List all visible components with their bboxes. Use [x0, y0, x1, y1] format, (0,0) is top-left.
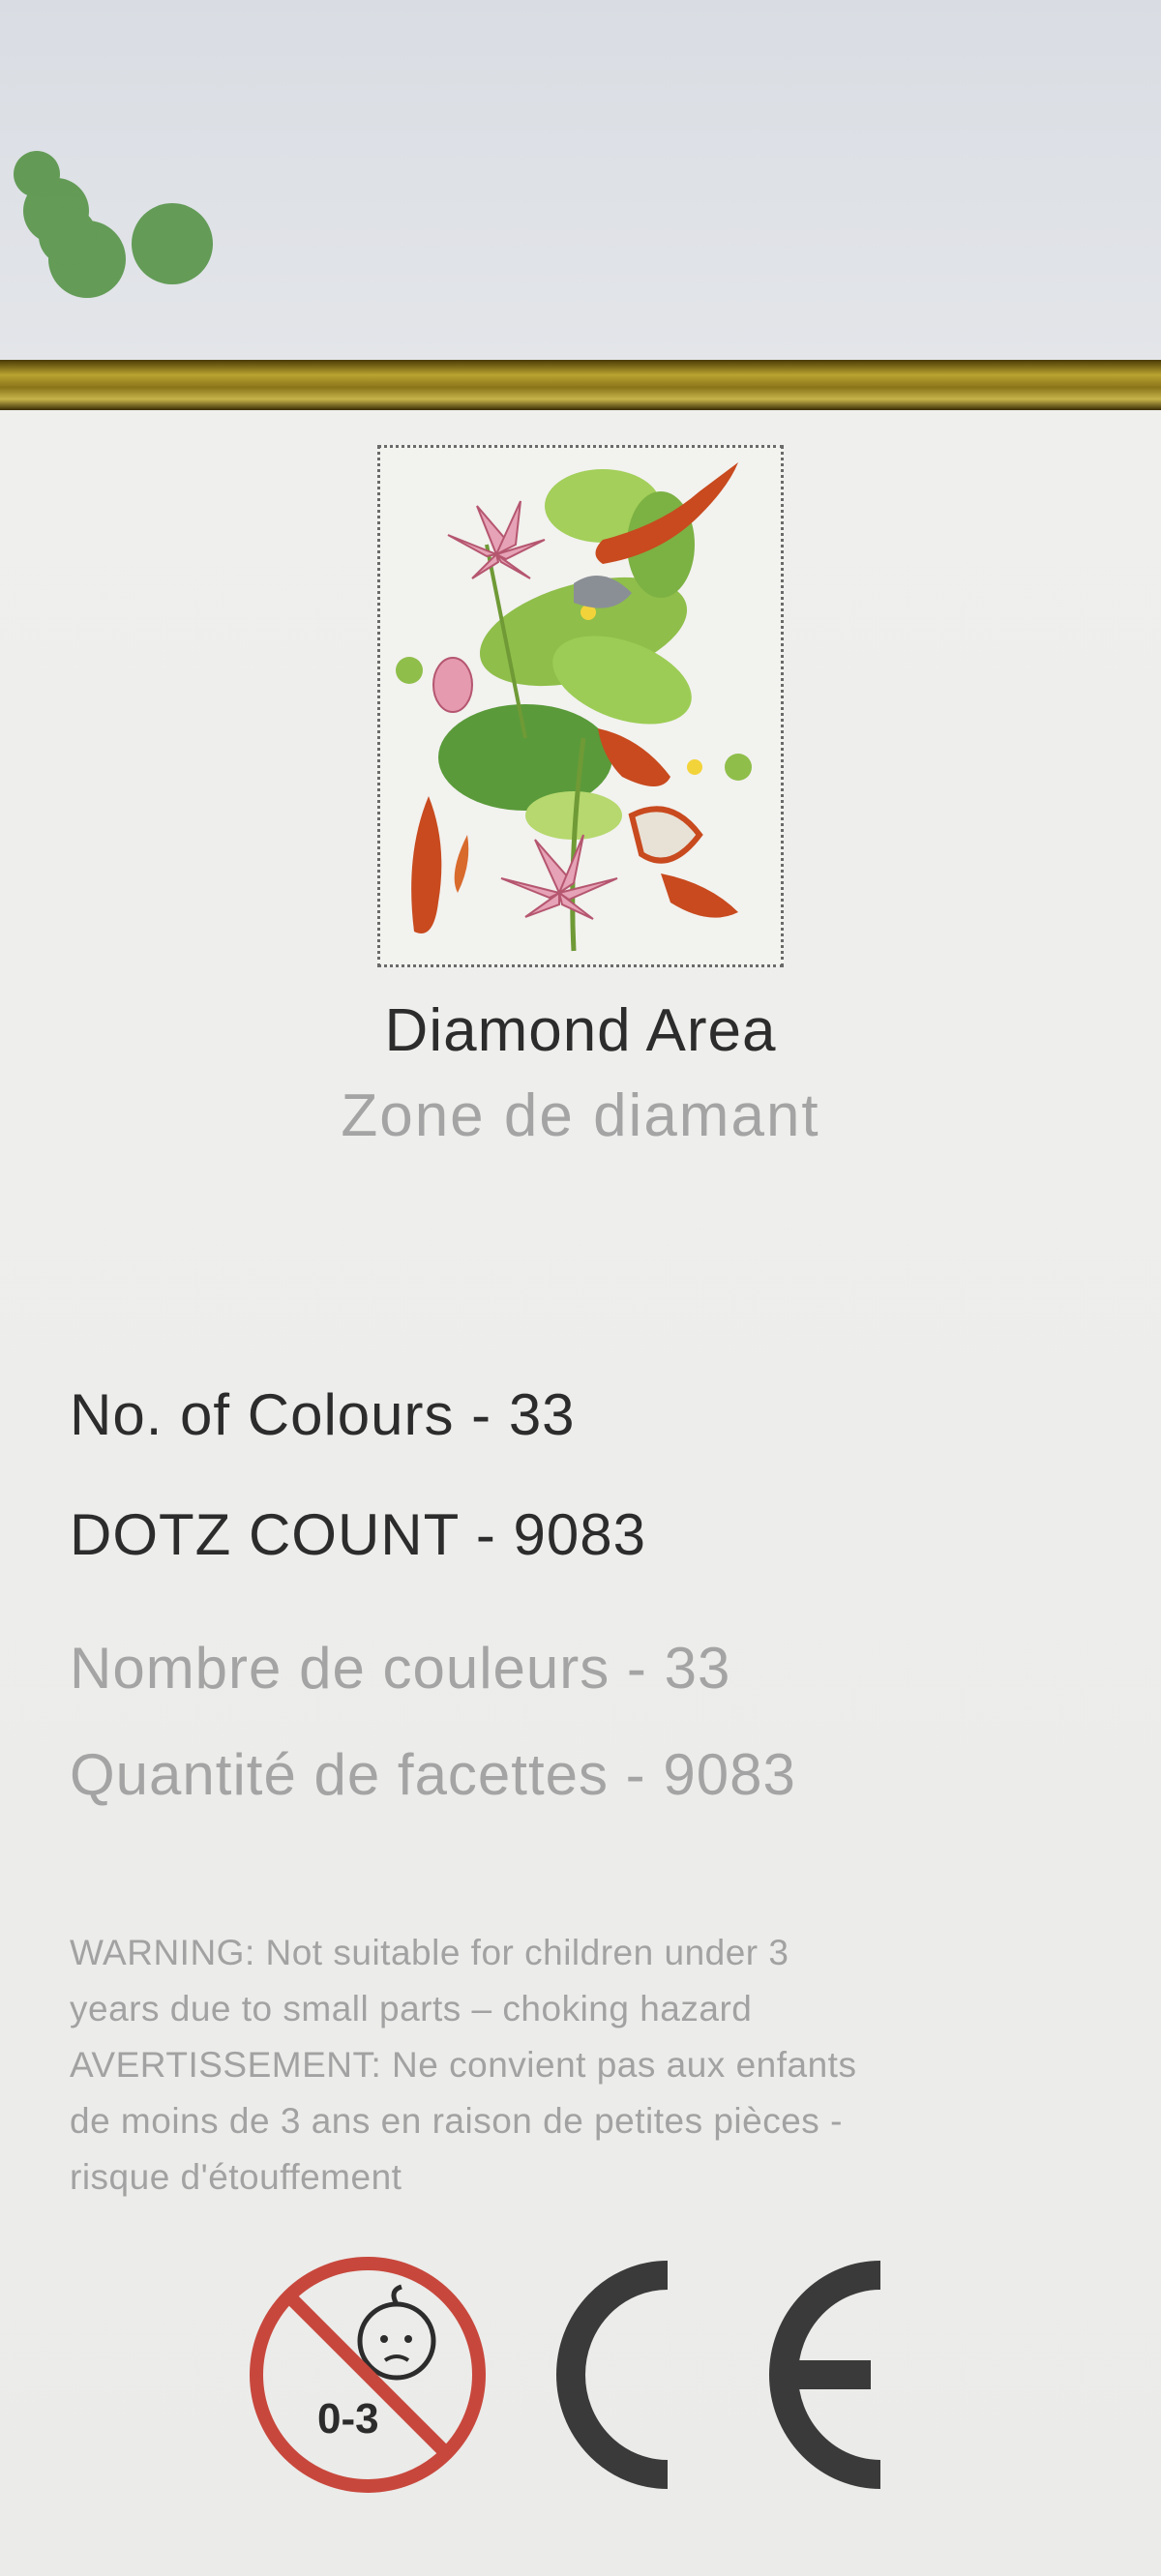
- diamond-area-title: Diamond Area: [384, 997, 777, 1064]
- choking-hazard-warning: WARNING: Not suitable for children under…: [70, 1925, 1095, 2206]
- warning-line: risque d'étouffement: [70, 2157, 402, 2197]
- artwork-preview: [377, 445, 784, 967]
- gold-foil-stripe: [0, 360, 1161, 410]
- dotz-count-fr: Quantité de facettes - 9083: [70, 1742, 796, 1807]
- ce-mark-icon: [556, 2261, 881, 2489]
- top-band: [0, 0, 1161, 360]
- age-label: 0-3: [317, 2395, 379, 2443]
- colours-count-fr: Nombre de couleurs - 33: [70, 1636, 731, 1701]
- no-under-3-icon: 0-3: [250, 2257, 486, 2493]
- diamond-area-title-fr: Zone de diamant: [341, 1082, 820, 1149]
- warning-line: years due to small parts – choking hazar…: [70, 1989, 753, 2028]
- warning-line: AVERTISSEMENT: Ne convient pas aux enfan…: [70, 2045, 857, 2085]
- safety-symbols: 0-3: [250, 2257, 881, 2493]
- colours-count-en: No. of Colours - 33: [70, 1382, 576, 1447]
- dotz-count-en: DOTZ COUNT - 9083: [70, 1502, 646, 1567]
- warning-line: de moins de 3 ans en raison de petites p…: [70, 2101, 843, 2141]
- lotus-koi-artwork-icon: [396, 462, 752, 952]
- warning-line: WARNING: Not suitable for children under…: [70, 1933, 789, 1972]
- green-dots-icon: [14, 151, 213, 298]
